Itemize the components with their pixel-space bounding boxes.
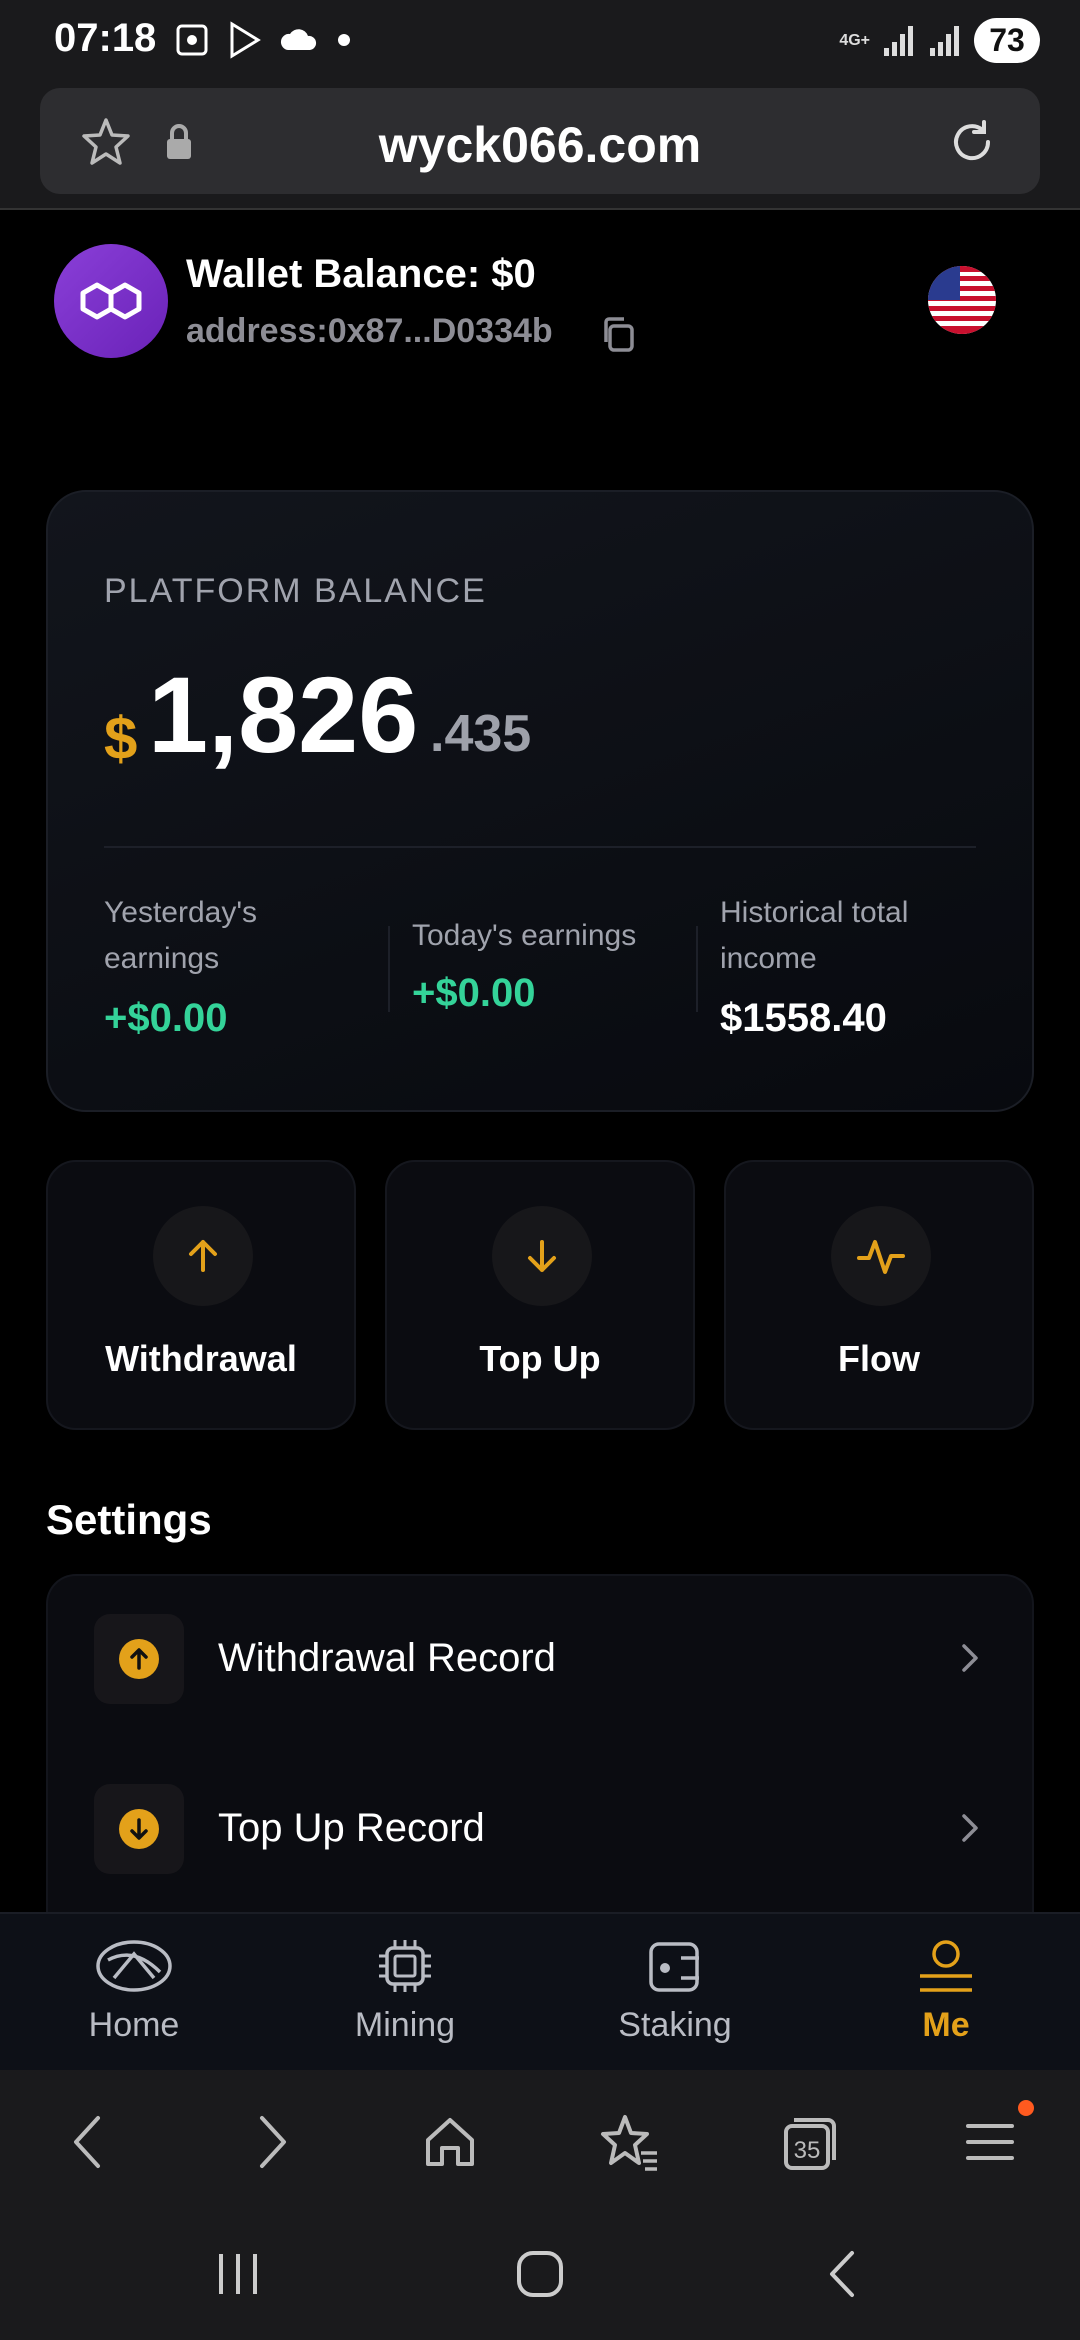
polygon-logo-icon	[80, 282, 142, 320]
nav-me-label: Me	[922, 2006, 970, 2044]
wallet-balance: Wallet Balance: $0	[186, 252, 536, 296]
cloud-icon	[280, 29, 317, 50]
system-nav-bar	[0, 2210, 1080, 2340]
nav-me[interactable]: Me	[846, 1932, 1046, 2045]
forward-icon[interactable]	[232, 2110, 312, 2174]
back-icon[interactable]	[48, 2110, 128, 2174]
arrow-down-icon	[492, 1206, 592, 1306]
activity-icon	[831, 1206, 931, 1306]
home-logo-icon	[34, 1932, 234, 2000]
screenshot-icon	[176, 24, 208, 56]
system-back-icon[interactable]	[792, 2244, 892, 2304]
withdrawal-record-label: Withdrawal Record	[218, 1636, 556, 1680]
download-circle-icon	[94, 1784, 184, 1874]
signal-icon	[930, 25, 959, 56]
app-bottom-nav: Home Mining Staking Me	[0, 1912, 1080, 2070]
withdrawal-button[interactable]: Withdrawal	[46, 1160, 356, 1430]
address-bar[interactable]: wyck066.com	[40, 88, 1040, 194]
menu-icon[interactable]	[950, 2100, 1034, 2174]
upload-circle-icon	[94, 1614, 184, 1704]
withdrawal-record-item[interactable]: Withdrawal Record	[48, 1576, 1032, 1746]
us-flag-icon[interactable]	[928, 266, 996, 334]
balance-decimal: .435	[430, 705, 532, 763]
stat-separator	[388, 926, 390, 1012]
wallet-icon	[575, 1932, 775, 2000]
signal-icon	[884, 25, 913, 56]
stat-yesterday: Yesterday's earnings +$0.00	[104, 890, 374, 1041]
flow-label: Flow	[838, 1338, 920, 1379]
top-up-label: Top Up	[479, 1338, 601, 1379]
stat-value: +$0.00	[104, 996, 228, 1040]
reload-icon[interactable]	[944, 114, 1000, 170]
status-time: 07:18	[54, 16, 157, 60]
stat-separator	[696, 926, 698, 1012]
top-up-record-label: Top Up Record	[218, 1806, 485, 1850]
nav-mining[interactable]: Mining	[305, 1932, 505, 2045]
withdrawal-label: Withdrawal	[105, 1338, 297, 1379]
platform-balance-label: PLATFORM BALANCE	[104, 572, 487, 610]
settings-list: Withdrawal Record Top Up Record	[46, 1574, 1034, 1914]
avatar	[54, 244, 168, 358]
currency-symbol: $	[104, 705, 138, 772]
stat-label: Today's earnings	[412, 919, 637, 952]
status-bar: 07:18 4G+ 73	[0, 0, 1080, 82]
nav-staking-label: Staking	[618, 2006, 732, 2044]
chevron-right-icon	[962, 1644, 978, 1672]
stat-today: Today's earnings +$0.00	[412, 913, 682, 1016]
dot-icon	[338, 34, 350, 46]
copy-icon[interactable]	[598, 314, 638, 354]
stat-value: +$0.00	[412, 971, 536, 1015]
stat-value: $1558.40	[720, 996, 887, 1040]
stat-label: Historical total income	[720, 896, 909, 975]
arrow-up-icon	[153, 1206, 253, 1306]
browser-address-area: wyck066.com	[0, 82, 1080, 210]
bookmarks-icon[interactable]	[590, 2110, 670, 2174]
balance-amount: 1,826	[148, 654, 419, 775]
tabs-icon[interactable]: 35	[770, 2110, 850, 2174]
nav-mining-label: Mining	[354, 2006, 456, 2044]
user-icon	[846, 1932, 1046, 2000]
battery-level: 73	[974, 18, 1040, 63]
url-text[interactable]: wyck066.com	[40, 116, 1040, 174]
browser-toolbar: 35	[0, 2070, 1080, 2210]
settings-title: Settings	[46, 1496, 212, 1543]
nav-home[interactable]: Home	[34, 1932, 234, 2045]
nav-staking[interactable]: Staking	[575, 1932, 775, 2045]
stat-label: Yesterday's earnings	[104, 896, 258, 975]
recents-icon[interactable]	[188, 2244, 288, 2304]
network-type: 4G+	[839, 31, 870, 49]
notification-dot	[1018, 2100, 1034, 2116]
flow-button[interactable]: Flow	[724, 1160, 1034, 1430]
home-icon[interactable]	[410, 2110, 490, 2174]
stat-historical: Historical total income $1558.40	[720, 890, 990, 1041]
platform-balance-card: PLATFORM BALANCE $ 1,826 .435 Yesterday'…	[46, 490, 1034, 1112]
top-up-record-item[interactable]: Top Up Record	[48, 1746, 1032, 1914]
wallet-address: address:0x87...D0334b	[186, 312, 553, 350]
top-up-button[interactable]: Top Up	[385, 1160, 695, 1430]
tabs-count: 35	[794, 2137, 821, 2164]
chevron-right-icon	[962, 1814, 978, 1842]
home-button-icon[interactable]	[490, 2244, 590, 2304]
play-store-icon	[230, 21, 261, 59]
status-notification-icons	[172, 20, 354, 60]
nav-home-label: Home	[88, 2006, 180, 2044]
chip-icon	[305, 1932, 505, 2000]
card-divider	[104, 846, 976, 848]
